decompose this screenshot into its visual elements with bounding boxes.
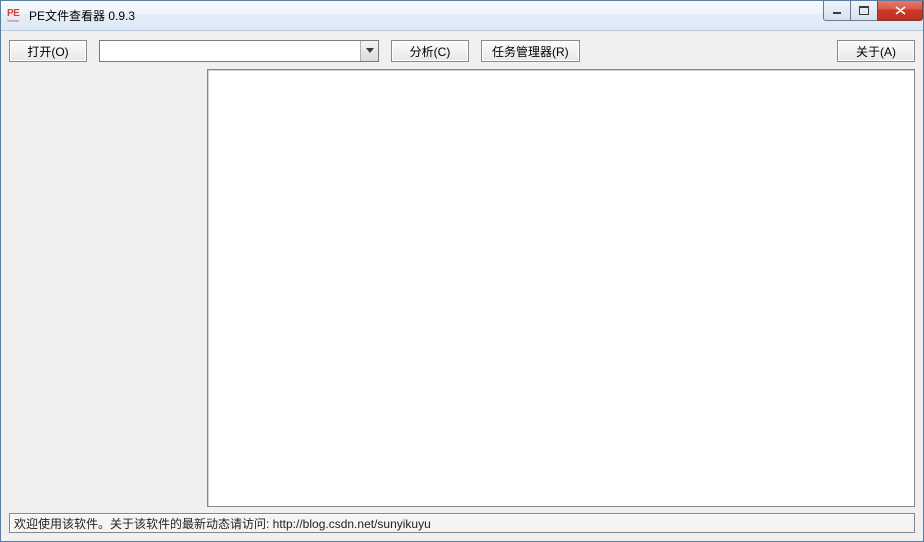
toolbar: 打开(O) 分析(C) 任务管理器(R) 关于(A) xyxy=(9,39,915,63)
titlebar[interactable]: PE Viewer PE文件查看器 0.9.3 xyxy=(1,1,923,31)
open-button[interactable]: 打开(O) xyxy=(9,40,87,62)
close-button[interactable] xyxy=(877,1,923,21)
tree-panel[interactable] xyxy=(9,69,207,507)
close-icon xyxy=(895,6,906,15)
analyze-button[interactable]: 分析(C) xyxy=(391,40,469,62)
app-window: PE Viewer PE文件查看器 0.9.3 打开(O) xyxy=(0,0,924,542)
chevron-down-icon xyxy=(366,48,374,54)
detail-panel[interactable] xyxy=(207,69,915,507)
content-area xyxy=(9,69,915,507)
app-icon: PE Viewer xyxy=(7,8,23,24)
combobox-dropdown-button[interactable] xyxy=(360,41,378,61)
minimize-button[interactable] xyxy=(823,1,851,21)
client-area: 打开(O) 分析(C) 任务管理器(R) 关于(A) 欢迎使用该软件。关于该软件… xyxy=(1,31,923,541)
maximize-button[interactable] xyxy=(850,1,878,21)
window-title: PE文件查看器 0.9.3 xyxy=(29,7,135,24)
status-text: 欢迎使用该软件。关于该软件的最新动态请访问: http://blog.csdn.… xyxy=(14,515,431,532)
file-input[interactable] xyxy=(100,41,360,61)
statusbar: 欢迎使用该软件。关于该软件的最新动态请访问: http://blog.csdn.… xyxy=(9,513,915,533)
about-button[interactable]: 关于(A) xyxy=(837,40,915,62)
file-combobox[interactable] xyxy=(99,40,379,62)
window-controls xyxy=(824,1,923,21)
minimize-icon xyxy=(832,7,842,15)
maximize-icon xyxy=(859,6,869,15)
task-manager-button[interactable]: 任务管理器(R) xyxy=(481,40,580,62)
